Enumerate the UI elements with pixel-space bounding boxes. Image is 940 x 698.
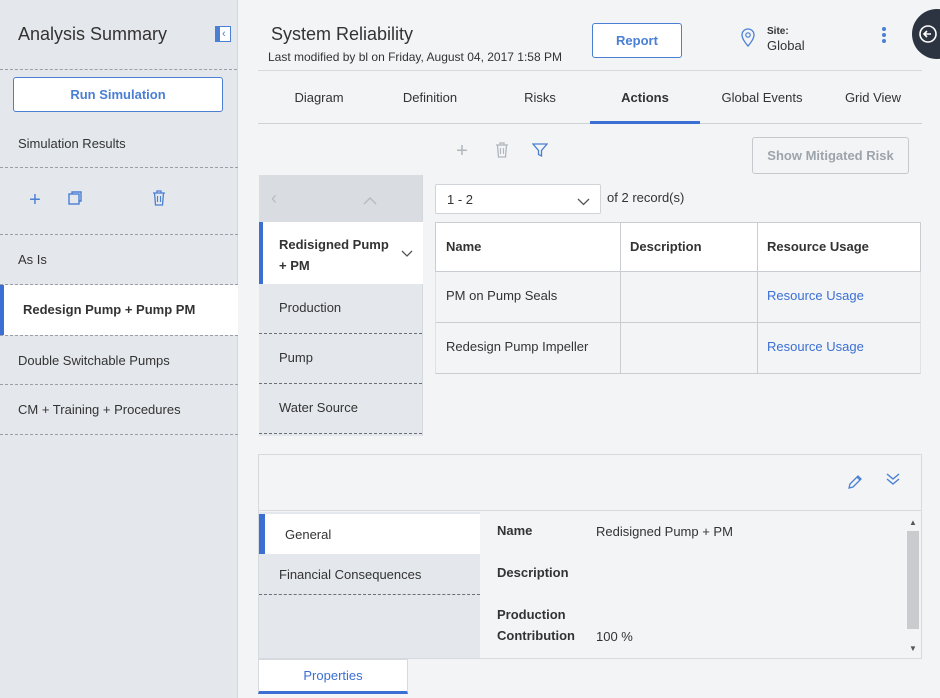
scenario-label: CM + Training + Procedures <box>18 402 181 417</box>
scenario-label: As Is <box>18 252 47 267</box>
scroll-up-icon[interactable]: ▲ <box>909 518 917 527</box>
scenario-item-double-switchable[interactable]: Double Switchable Pumps <box>0 335 238 385</box>
collapse-sidebar-icon[interactable]: ‹ <box>215 26 231 42</box>
tab-grid-view[interactable]: Grid View <box>824 76 922 124</box>
field-production-label: Production <box>497 607 566 622</box>
column-header-name[interactable]: Name <box>436 223 621 271</box>
tab-risks[interactable]: Risks <box>490 76 590 124</box>
record-count-total: 2 <box>621 190 629 205</box>
location-pin-icon <box>740 28 756 51</box>
scenario-item-redesign-pump[interactable]: Redesign Pump + Pump PM <box>0 285 238 335</box>
field-production-value: 100 % <box>596 629 633 644</box>
resource-usage-link[interactable]: Resource Usage <box>757 272 864 322</box>
cell-description <box>620 272 630 322</box>
record-count-of: of <box>607 190 618 205</box>
scenario-toolbar: + <box>0 168 238 235</box>
filter-icon[interactable] <box>531 142 549 160</box>
details-panel: General Financial Consequences <box>258 454 922 659</box>
tree-item-water-source[interactable]: Water Source <box>259 384 422 434</box>
chevron-down-icon[interactable] <box>401 246 413 261</box>
exit-icon[interactable] <box>912 9 940 59</box>
tree-item-label: Production <box>279 300 342 315</box>
details-nav-filler <box>259 596 480 658</box>
details-nav-general[interactable]: General <box>259 514 480 554</box>
field-description-label: Description <box>497 565 569 580</box>
details-nav-label: Financial Consequences <box>279 567 422 582</box>
field-contribution-label: Contribution <box>497 628 575 643</box>
tree-item-label: Water Source <box>279 400 358 415</box>
sidebar-header: Analysis Summary ‹ <box>0 0 237 70</box>
field-name-label: Name <box>497 523 533 538</box>
record-count-suffix: record(s) <box>632 190 685 205</box>
site-label: Site: <box>767 26 789 37</box>
delete-action-icon[interactable] <box>493 142 511 160</box>
details-nav-label: General <box>285 527 332 542</box>
scenario-item-as-is[interactable]: As Is <box>0 235 238 285</box>
details-nav-financial-consequences[interactable]: Financial Consequences <box>259 554 480 595</box>
scenario-label: Double Switchable Pumps <box>18 353 170 368</box>
sidebar-title: Analysis Summary <box>18 24 168 44</box>
scenario-label: Redesign Pump + Pump PM <box>23 302 196 317</box>
cell-name: PM on Pump Seals <box>446 288 558 303</box>
chevron-down-icon[interactable] <box>577 194 590 209</box>
cell-name: Redesign Pump Impeller <box>446 339 589 354</box>
resource-usage-link[interactable]: Resource Usage <box>757 323 864 373</box>
chevron-up-icon[interactable] <box>363 193 377 208</box>
tab-diagram[interactable]: Diagram <box>258 76 380 124</box>
details-scrollbar[interactable]: ▲ ▼ <box>907 517 919 654</box>
column-header-resource-usage[interactable]: Resource Usage <box>757 223 921 271</box>
view-tabs: Diagram Definition Risks Actions Global … <box>258 76 922 124</box>
tab-actions[interactable]: Actions <box>590 76 700 124</box>
run-simulation-button[interactable]: Run Simulation <box>13 77 223 112</box>
analysis-sidebar: Analysis Summary ‹ Run Simulation Simula… <box>0 0 238 698</box>
scenario-item-cm-training[interactable]: CM + Training + Procedures <box>0 385 238 435</box>
tree-item-production[interactable]: Production <box>259 284 422 334</box>
tree-item-pump[interactable]: Pump <box>259 334 422 384</box>
copy-scenario-icon[interactable] <box>66 190 84 210</box>
report-button[interactable]: Report <box>592 23 682 58</box>
edit-pencil-icon[interactable] <box>847 474 863 493</box>
header-divider <box>258 70 922 71</box>
field-name-value: Redisigned Pump + PM <box>596 524 733 539</box>
table-header: Name Description Resource Usage <box>435 222 921 272</box>
show-mitigated-risk-button[interactable]: Show Mitigated Risk <box>752 137 909 174</box>
table-row[interactable]: PM on Pump Seals Resource Usage <box>435 272 921 323</box>
tree-navigation: ‹ <box>259 175 422 222</box>
scrollbar-thumb[interactable] <box>907 531 919 629</box>
delete-scenario-icon[interactable] <box>150 190 168 210</box>
page-range-value: 1 - 2 <box>447 192 474 207</box>
page-range-select[interactable]: 1 - 2 <box>435 184 601 214</box>
tree-selected-element[interactable]: Redisigned Pump + PM <box>259 222 423 284</box>
simulation-results-label: Simulation Results <box>18 136 126 151</box>
add-scenario-icon[interactable]: + <box>26 190 44 210</box>
tab-definition[interactable]: Definition <box>380 76 480 124</box>
site-value[interactable]: Global <box>767 38 805 53</box>
record-count: of 2 record(s) <box>607 190 684 205</box>
tab-properties[interactable]: Properties <box>258 659 408 694</box>
add-action-icon[interactable]: + <box>453 141 471 161</box>
page-title: System Reliability <box>271 24 414 44</box>
scroll-down-icon[interactable]: ▼ <box>909 644 917 653</box>
element-tree: ‹ Redisigned Pump + PM Production Pump W… <box>259 175 423 436</box>
table-row[interactable]: Redesign Pump Impeller Resource Usage <box>435 323 921 374</box>
cell-description <box>620 323 630 373</box>
tree-selected-label: Redisigned Pump + PM <box>279 237 389 273</box>
details-nav: General Financial Consequences <box>259 512 480 658</box>
simulation-results-link[interactable]: Simulation Results <box>0 120 238 168</box>
actions-table: Name Description Resource Usage PM on Pu… <box>435 222 921 374</box>
chevron-left-icon[interactable]: ‹ <box>271 188 277 209</box>
tab-global-events[interactable]: Global Events <box>708 76 816 124</box>
tree-item-label: Pump <box>279 350 313 365</box>
last-modified-text: Last modified by bl on Friday, August 04… <box>268 50 562 64</box>
details-toolbar <box>259 455 921 511</box>
column-header-description[interactable]: Description <box>620 223 757 271</box>
more-options-icon[interactable] <box>879 27 889 45</box>
collapse-details-icon[interactable] <box>885 472 901 489</box>
